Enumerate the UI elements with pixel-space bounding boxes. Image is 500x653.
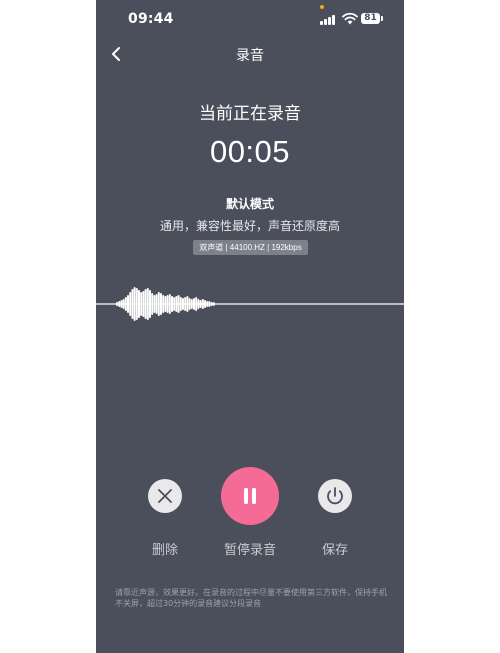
- privacy-indicator-dot: [320, 5, 324, 9]
- waveform-bar: [160, 293, 162, 315]
- waveform-bar: [124, 297, 127, 311]
- waveform-bar: [151, 293, 154, 315]
- waveform-bar: [129, 292, 132, 316]
- waveform-bar: [144, 289, 147, 319]
- waveform-bar: [175, 296, 178, 312]
- pause-button[interactable]: [221, 467, 279, 525]
- waveform-bar: [146, 288, 149, 320]
- waveform-bar: [133, 287, 136, 321]
- waveform-bar: [153, 295, 156, 313]
- save-label: 保存: [321, 543, 348, 558]
- recording-tips: 请靠近声源，效果更好。在录音的过程中尽量不要使用第三方软件，保持手机不关屏，超过…: [115, 588, 387, 608]
- waveform-bar: [190, 299, 193, 309]
- waveform-bar: [155, 294, 158, 314]
- waveform-bar: [177, 295, 180, 313]
- waveform-bar: [204, 300, 206, 308]
- mode-name: 默认模式: [225, 197, 274, 211]
- waveform-bar: [162, 295, 165, 313]
- waveform-bar: [186, 296, 189, 312]
- recording-status: 当前正在录音: [199, 104, 301, 124]
- waveform-bar: [116, 302, 118, 306]
- waveform-bar: [179, 297, 182, 311]
- waveform-bar: [142, 291, 145, 317]
- close-icon: [158, 489, 172, 503]
- waveform-bar: [135, 288, 138, 320]
- battery-cap: [381, 16, 383, 21]
- waveform-bar: [195, 297, 198, 311]
- audio-specs-badge: 双声道 | 44100.HZ | 192kbps: [193, 240, 308, 255]
- battery-icon: 81: [361, 13, 380, 24]
- waveform-bar: [138, 290, 140, 318]
- waveform-bar: [164, 296, 167, 312]
- wifi-icon: [342, 12, 358, 25]
- waveform-bar: [118, 301, 121, 307]
- waveform-bar: [210, 302, 213, 306]
- waveform-bar: [127, 295, 129, 313]
- waveform-bar: [197, 299, 200, 309]
- waveform-bar: [140, 292, 143, 316]
- waveform-bar: [199, 300, 202, 308]
- waveform-bar: [120, 300, 123, 308]
- waveform-bar: [157, 292, 160, 316]
- waveform-bar: [166, 295, 169, 313]
- recorder-screen: 09:44 81 录音 当前正在录音 00:05 默认模式 通用，兼容性最好，声…: [96, 0, 404, 653]
- mode-description: 通用，兼容性最好，声音还原度高: [159, 219, 340, 233]
- delete-label: 删除: [151, 543, 178, 558]
- waveform-bar: [168, 294, 171, 314]
- pause-icon: [244, 488, 256, 504]
- waveform-bar: [188, 298, 191, 310]
- waveform-bar: [201, 299, 204, 309]
- page-title: 录音: [236, 48, 264, 64]
- waveform-bar: [206, 301, 209, 307]
- waveform-bar: [149, 290, 151, 318]
- waveform-bar: [173, 297, 176, 311]
- waveform: [96, 287, 404, 321]
- power-icon: [327, 487, 343, 505]
- recording-timer: 00:05: [209, 134, 291, 169]
- waveform-bar: [212, 302, 215, 306]
- pause-label: 暂停录音: [223, 543, 276, 558]
- delete-button[interactable]: [148, 479, 182, 513]
- waveform-bar: [122, 299, 125, 309]
- save-button[interactable]: [318, 479, 352, 513]
- waveform-bar: [131, 289, 134, 319]
- waveform-bar: [171, 296, 173, 312]
- waveform-bar: [182, 298, 184, 310]
- status-time: 09:44: [128, 11, 174, 27]
- waveform-bar: [184, 297, 187, 311]
- waveform-bar: [208, 301, 211, 307]
- waveform-bar: [193, 298, 195, 310]
- signal-icon: [320, 14, 338, 25]
